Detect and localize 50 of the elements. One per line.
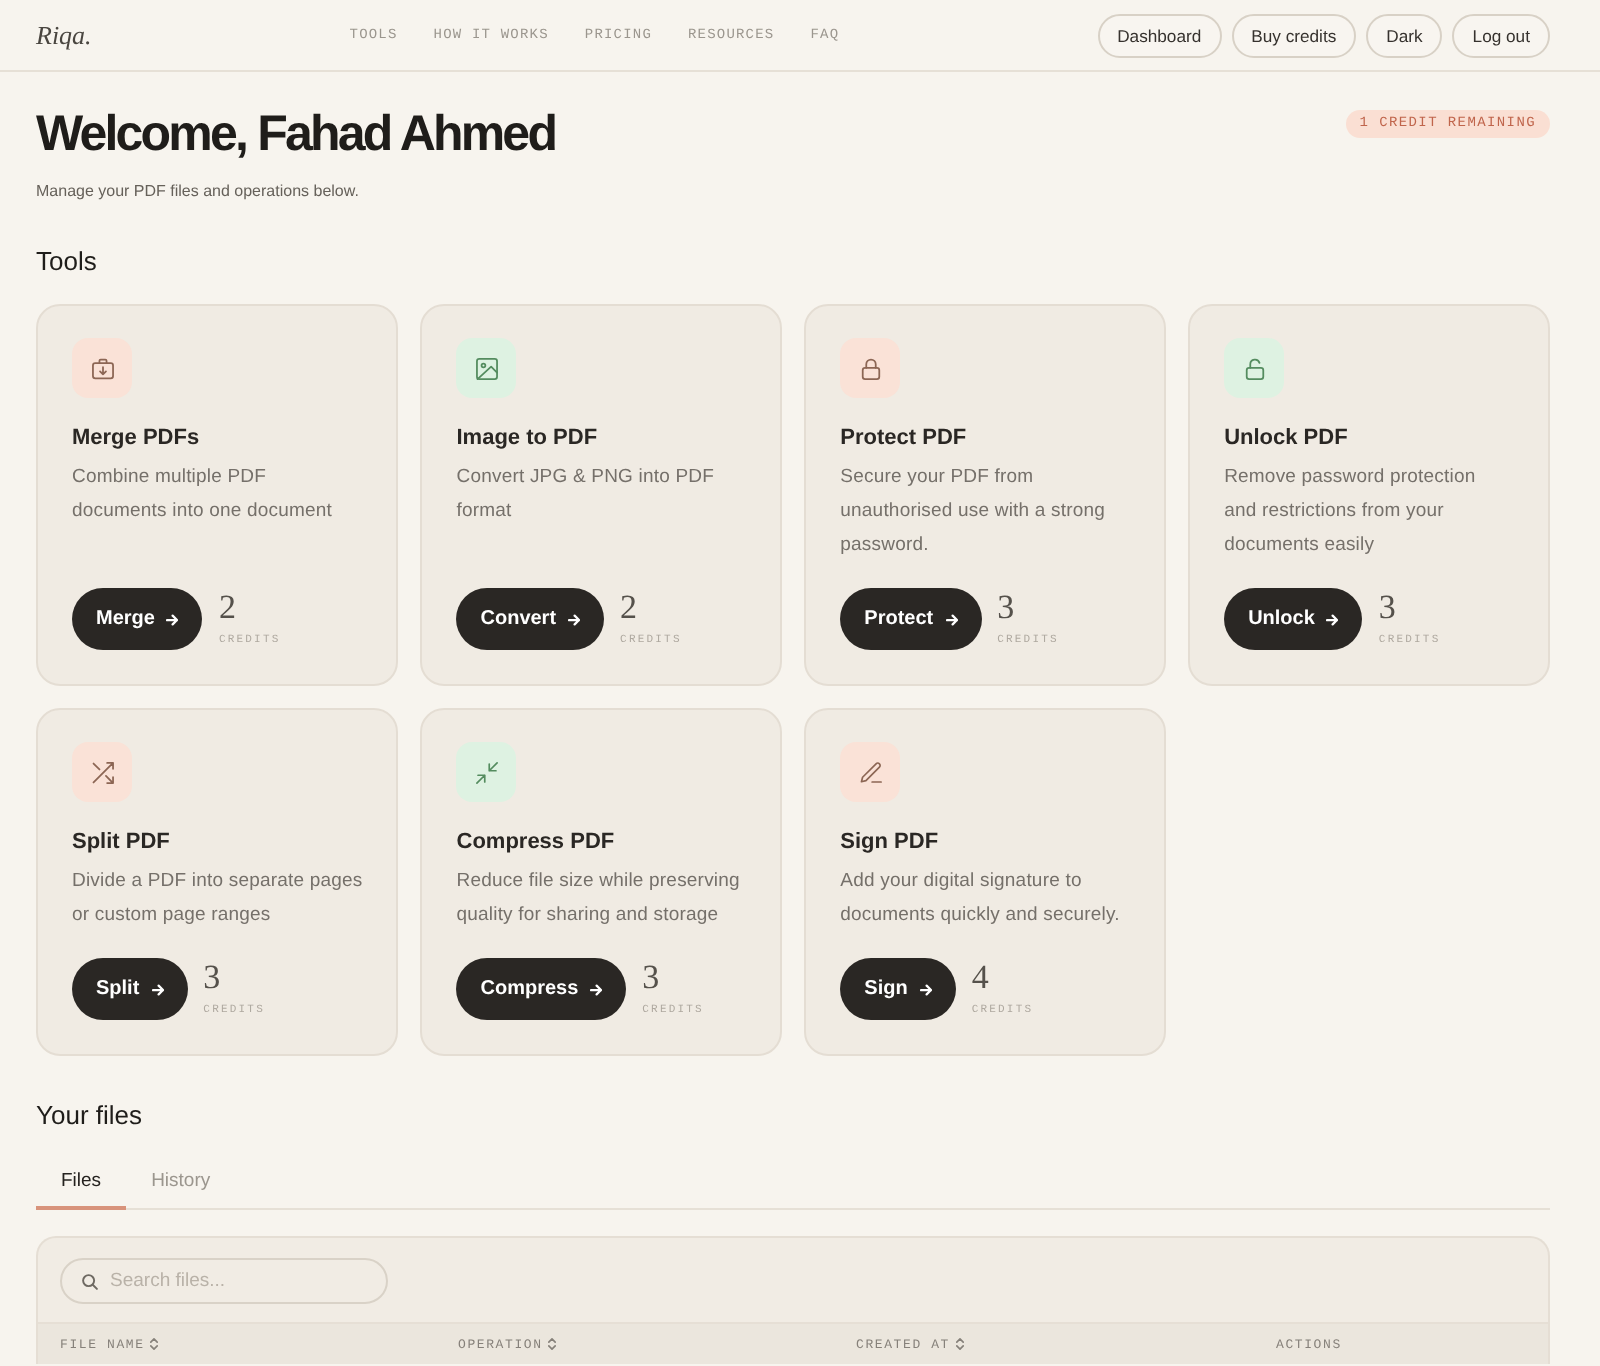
arrow-right-icon bbox=[919, 983, 932, 995]
header-button[interactable]: Dark bbox=[1366, 13, 1443, 57]
credit-cost: 3 bbox=[997, 592, 1015, 624]
credit-cost: 2 bbox=[218, 592, 236, 624]
welcome-subtitle: Manage your PDF files and operations below. bbox=[36, 180, 361, 202]
sort-icon bbox=[150, 1338, 159, 1350]
header-button[interactable]: Log out bbox=[1452, 13, 1550, 57]
tool-title: Compress PDF bbox=[456, 828, 617, 856]
tool-title: Image to PDF bbox=[456, 424, 600, 452]
tool-description: Add your digital signature to documents quickly and securely. bbox=[840, 868, 1122, 930]
welcome-heading: Welcome, Fahad Ahmed bbox=[36, 104, 556, 164]
tool-description: Combine multiple PDF documents into one document bbox=[72, 464, 334, 526]
section-heading: Your files bbox=[36, 1100, 144, 1132]
tool-title: Split PDF bbox=[72, 828, 172, 856]
credit-cost: 2 bbox=[620, 592, 638, 624]
tool-action-button[interactable]: Convert bbox=[456, 588, 605, 650]
tool-title: Protect PDF bbox=[840, 424, 969, 452]
tool-description: Convert JPG & PNG into PDF format bbox=[456, 464, 717, 526]
arrow-right-icon bbox=[1326, 613, 1339, 625]
arrow-right-icon bbox=[151, 983, 164, 995]
credit-cost: 3 bbox=[203, 962, 221, 994]
tool-action-button[interactable]: Split bbox=[72, 958, 188, 1020]
credit-cost: 3 bbox=[642, 962, 660, 994]
sort-icon bbox=[548, 1338, 557, 1350]
section-heading: Tools bbox=[36, 246, 99, 278]
sort-icon bbox=[956, 1338, 965, 1350]
credit-cost: 3 bbox=[1378, 592, 1396, 624]
tool-action-button[interactable]: Compress bbox=[456, 958, 627, 1020]
arrow-right-icon bbox=[568, 613, 581, 625]
arrow-right-icon bbox=[590, 983, 603, 995]
tool-action-button[interactable]: Protect bbox=[840, 588, 982, 650]
tool-action-button[interactable]: Unlock bbox=[1224, 588, 1363, 650]
header-button[interactable]: Dashboard bbox=[1097, 13, 1222, 57]
tool-title: Unlock PDF bbox=[1224, 424, 1350, 452]
search-icon bbox=[82, 1273, 98, 1289]
tool-action-button[interactable]: Merge bbox=[72, 588, 203, 650]
tool-description: Secure your PDF from unauthorised use with a strong password. bbox=[840, 464, 1108, 560]
tool-title: Sign PDF bbox=[840, 828, 941, 856]
tool-action-button[interactable]: Sign bbox=[840, 958, 956, 1020]
tool-title: Merge PDFs bbox=[72, 424, 202, 452]
arrow-right-icon bbox=[945, 613, 958, 625]
tool-description: Divide a PDF into separate pages or custom page ranges bbox=[72, 868, 363, 930]
search-field[interactable]: Search files... bbox=[60, 1258, 388, 1304]
tool-description: Reduce file size while preserving quality for sharing and storage bbox=[456, 868, 742, 930]
header-button[interactable]: Buy credits bbox=[1231, 13, 1357, 57]
logo[interactable]: Riqa. bbox=[36, 19, 92, 51]
credit-cost: 4 bbox=[971, 962, 989, 994]
arrow-right-icon bbox=[166, 613, 179, 625]
tool-description: Remove password protection and restrictions from your documents easily bbox=[1224, 464, 1478, 560]
tab[interactable]: Files bbox=[36, 1156, 127, 1210]
